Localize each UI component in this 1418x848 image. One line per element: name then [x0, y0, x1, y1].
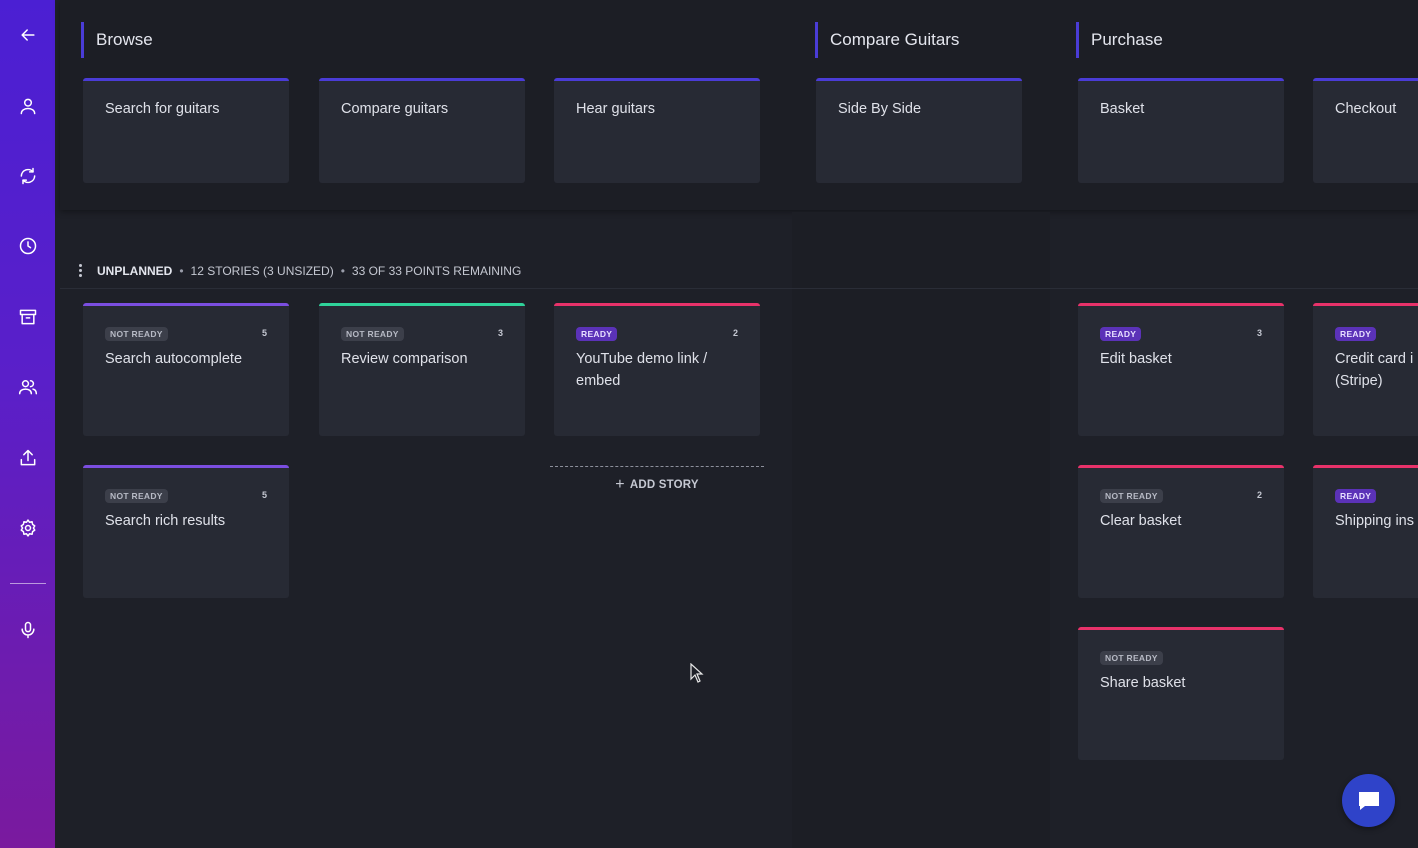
story-card[interactable]: READY 2 YouTube demo link / embed	[554, 303, 760, 436]
activity-browse[interactable]: Browse	[81, 22, 153, 58]
team-icon	[18, 380, 37, 395]
story-title: YouTube demo link / embed	[576, 351, 708, 389]
story-title-line: Credit card i	[1335, 351, 1414, 367]
story-card[interactable]: READY 3 Edit basket	[1078, 303, 1284, 436]
story-title: Search rich results	[105, 513, 226, 529]
status-badge: READY	[1100, 327, 1142, 341]
empty-column	[792, 212, 1050, 848]
story-points: 2	[1256, 490, 1262, 500]
status-badge: NOT READY	[341, 327, 404, 341]
status-badge: NOT READY	[105, 327, 168, 341]
microphone-icon	[20, 621, 35, 639]
clock-icon	[19, 237, 36, 255]
status-badge: NOT READY	[1100, 651, 1163, 665]
story-card[interactable]: READY Credit card i (Stripe)	[1313, 303, 1418, 436]
activity-label: Purchase	[1091, 30, 1163, 49]
story-points: 2	[732, 328, 738, 338]
release-points: 33 OF 33 POINTS REMAINING	[351, 263, 522, 278]
step-label: Compare guitars	[341, 101, 449, 117]
activity-label: Browse	[96, 30, 153, 49]
release-story-count: 12 STORIES (3 UNSIZED)	[190, 263, 334, 278]
add-story-label: ADD STORY	[629, 478, 699, 491]
story-points: 3	[497, 328, 503, 338]
back-button[interactable]	[0, 15, 55, 55]
step-card[interactable]: Side By Side	[816, 78, 1022, 183]
chat-button[interactable]	[1342, 774, 1395, 827]
step-card[interactable]: Hear guitars	[554, 78, 760, 183]
story-title: Review comparison	[341, 351, 468, 367]
story-points: 5	[261, 328, 267, 338]
user-icon	[20, 98, 35, 115]
release-menu-icon[interactable]	[75, 264, 85, 277]
status-badge: NOT READY	[1100, 489, 1163, 503]
story-title: Clear basket	[1100, 513, 1182, 529]
step-label: Side By Side	[838, 101, 922, 117]
story-card[interactable]: NOT READY 5 Search rich results	[83, 465, 289, 598]
story-title: Share basket	[1100, 675, 1186, 691]
profile-button[interactable]	[0, 86, 55, 126]
step-label: Basket	[1100, 101, 1145, 117]
step-card[interactable]: Checkout	[1313, 78, 1418, 183]
story-map: Browse Compare Guitars Purchase Search f…	[55, 0, 1418, 848]
settings-button[interactable]	[0, 508, 55, 548]
separator: •	[179, 263, 184, 278]
story-card[interactable]: NOT READY 2 Clear basket	[1078, 465, 1284, 598]
step-card[interactable]: Search for guitars	[83, 78, 289, 183]
archive-button[interactable]	[0, 297, 55, 337]
status-badge: READY	[1335, 327, 1377, 341]
archive-icon	[19, 309, 36, 325]
story-points: 3	[1256, 328, 1262, 338]
chat-bubble-icon	[1358, 791, 1379, 810]
sidebar-divider	[10, 583, 46, 584]
activity-compare-guitars[interactable]: Compare Guitars	[815, 22, 959, 58]
share-button[interactable]	[0, 438, 55, 478]
status-badge: NOT READY	[105, 489, 168, 503]
team-button[interactable]	[0, 367, 55, 407]
story-title: Shipping ins	[1335, 513, 1414, 529]
gear-icon	[20, 519, 35, 537]
step-label: Checkout	[1335, 101, 1397, 117]
step-label: Hear guitars	[576, 101, 655, 117]
release-header: UNPLANNED • 12 STORIES (3 UNSIZED) • 33 …	[60, 253, 1418, 289]
story-title: Credit card i (Stripe)	[1335, 348, 1413, 392]
story-title: Search autocomplete	[105, 351, 243, 367]
activity-purchase[interactable]: Purchase	[1076, 22, 1163, 58]
sidebar	[0, 0, 55, 848]
separator: •	[340, 263, 345, 278]
story-title: Edit basket	[1100, 351, 1172, 367]
story-title-line: (Stripe)	[1335, 373, 1383, 389]
story-card[interactable]: READY Shipping ins	[1313, 465, 1418, 598]
story-points: 5	[261, 490, 267, 500]
status-badge: READY	[576, 327, 618, 341]
story-card[interactable]: NOT READY Share basket	[1078, 627, 1284, 760]
back-arrow-icon	[20, 29, 35, 41]
activity-label: Compare Guitars	[830, 30, 960, 49]
share-icon	[20, 449, 35, 466]
history-button[interactable]	[0, 226, 55, 266]
voice-button[interactable]	[0, 610, 55, 650]
mouse-cursor-icon	[690, 663, 704, 683]
add-story-button[interactable]: + ADD STORY	[550, 466, 764, 502]
step-card[interactable]: Compare guitars	[319, 78, 525, 183]
status-badge: READY	[1335, 489, 1377, 503]
sync-icon	[20, 167, 35, 185]
release-name: UNPLANNED	[97, 263, 173, 278]
step-label: Search for guitars	[105, 101, 220, 117]
story-card[interactable]: NOT READY 5 Search autocomplete	[83, 303, 289, 436]
story-card[interactable]: NOT READY 3 Review comparison	[319, 303, 525, 436]
step-card[interactable]: Basket	[1078, 78, 1284, 183]
sync-button[interactable]	[0, 156, 55, 196]
plus-icon: +	[615, 475, 625, 493]
